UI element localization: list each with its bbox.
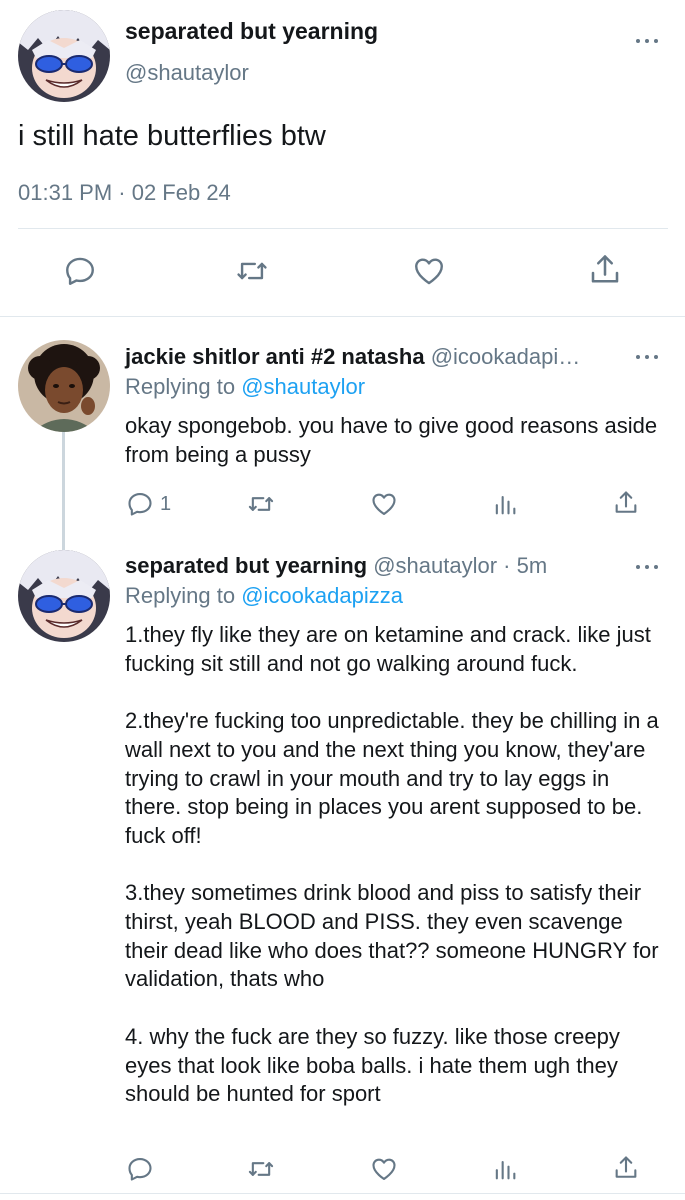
analytics-icon <box>495 1160 516 1180</box>
main-tweet-handle[interactable]: @shautaylor <box>125 60 249 86</box>
retweet-icon <box>248 1162 274 1176</box>
like-icon <box>372 1158 396 1180</box>
like-icon <box>372 493 396 515</box>
main-actions-divider <box>0 316 685 317</box>
reply-1-more-icon[interactable] <box>636 352 660 362</box>
reply-icon <box>128 1158 152 1181</box>
reply-2-text: 1.they fly like they are on ketamine and… <box>125 622 659 1107</box>
main-tweet-display-name[interactable]: separated but yearning <box>125 18 378 45</box>
reply-1-display-name[interactable]: jackie shitlor anti #2 natasha <box>125 344 425 369</box>
share-icon <box>615 491 637 513</box>
reply-1-share-button[interactable] <box>612 488 640 518</box>
reply-1-replying-to: Replying to @shautaylor <box>125 374 365 400</box>
anime-avatar-icon <box>18 10 110 102</box>
reply-1-avatar[interactable] <box>18 340 110 432</box>
main-reply-button[interactable] <box>63 254 97 288</box>
reply-2-retweet-button[interactable] <box>246 1155 276 1183</box>
reply-1-reply-count: 1 <box>160 493 172 515</box>
reply-1-like-button[interactable] <box>369 490 399 518</box>
main-retweet-button[interactable] <box>234 254 270 288</box>
reply-1-analytics-button[interactable] <box>491 490 519 518</box>
main-tweet-timestamp[interactable]: 01:31 PM · 02 Feb 24 <box>18 180 231 206</box>
retweet-icon <box>237 262 267 280</box>
reply-icon <box>66 257 94 285</box>
reply-2-time[interactable]: · 5m <box>503 553 547 578</box>
analytics-icon <box>495 495 516 515</box>
main-like-button[interactable] <box>411 254 447 288</box>
reply-1-text: okay spongebob. you have to give good re… <box>125 413 658 467</box>
reply-2-mention-link[interactable]: @icookadapizza <box>241 583 403 608</box>
reply-1-retweet-button[interactable] <box>246 490 276 518</box>
reply-2-avatar[interactable] <box>18 550 110 642</box>
reply-1-handle[interactable]: @icookadapi… <box>431 344 581 369</box>
reply-2-share-button[interactable] <box>612 1153 640 1183</box>
person-avatar-icon <box>18 340 110 432</box>
reply-2-reply-button[interactable] <box>126 1155 154 1183</box>
share-icon <box>615 1156 637 1178</box>
reply-2-replying-to: Replying to @icookadapizza <box>125 583 403 609</box>
main-tweet-more-icon[interactable] <box>636 36 660 46</box>
reply-2-more-icon[interactable] <box>636 562 660 572</box>
bottom-divider <box>0 1193 685 1194</box>
main-tweet-avatar[interactable] <box>18 10 110 102</box>
reply-icon <box>128 493 152 516</box>
reply-2-like-button[interactable] <box>369 1155 399 1183</box>
retweet-icon <box>248 497 274 511</box>
thread-line <box>62 432 65 550</box>
reply-2-handle[interactable]: @shautaylor <box>373 553 497 578</box>
reply-2-analytics-button[interactable] <box>491 1155 519 1183</box>
main-tweet-text: i still hate butterflies btw <box>18 120 326 152</box>
reply-2-display-name[interactable]: separated but yearning <box>125 553 367 578</box>
reply-1-replying-label: Replying to <box>125 374 236 399</box>
main-tweet-divider <box>18 228 668 229</box>
reply-1-reply-button[interactable] <box>126 490 154 518</box>
anime-avatar-icon <box>18 550 110 642</box>
reply-2-header[interactable]: separated but yearning @shautaylor · 5m <box>125 553 547 579</box>
reply-1-mention-link[interactable]: @shautaylor <box>241 374 365 399</box>
reply-1-header[interactable]: jackie shitlor anti #2 natasha @icookada… <box>125 344 580 370</box>
share-icon <box>591 255 619 283</box>
reply-2-replying-label: Replying to <box>125 583 236 608</box>
like-icon <box>415 258 443 285</box>
main-share-button[interactable] <box>587 252 623 288</box>
